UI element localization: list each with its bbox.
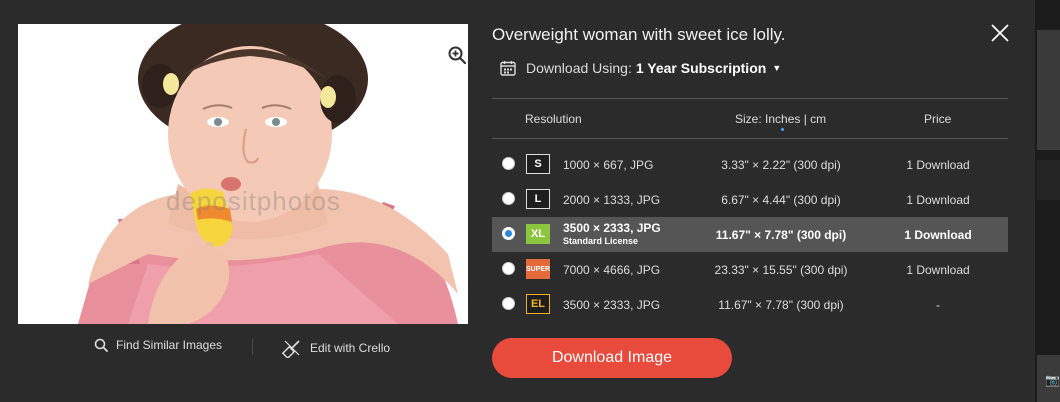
resolution-value: 2000 × 1333, JPG xyxy=(563,193,661,207)
resolution-row-xl[interactable]: XL 3500 × 2333, JPG Standard License 11.… xyxy=(492,217,1008,252)
header-price: Price xyxy=(924,112,952,126)
resolution-value: 3500 × 2333, JPG xyxy=(563,298,661,312)
resolution-row-el[interactable]: EL 3500 × 2333, JPG 11.67" × 7.78" (300 … xyxy=(492,287,1008,322)
size-value: 11.67" × 7.78" (300 dpi) xyxy=(715,228,847,242)
resolution-row-super[interactable]: SUPER 7000 × 4666, JPG 23.33" × 15.55" (… xyxy=(492,252,1008,287)
size-badge-xl: XL xyxy=(526,224,550,244)
image-preview: depositphotos xyxy=(18,24,468,324)
calendar-icon xyxy=(500,61,516,76)
resolution-value: 7000 × 4666, JPG xyxy=(563,263,661,277)
find-similar-link[interactable]: Find Similar Images xyxy=(94,338,222,352)
download-using-selector[interactable]: Download Using: 1 Year Subscription ▼ xyxy=(500,60,781,76)
background-thumbnail xyxy=(1037,160,1060,200)
edit-with-crello-label: Edit with Crello xyxy=(310,341,391,355)
find-similar-label: Find Similar Images xyxy=(116,338,223,352)
download-image-button[interactable]: Download Image xyxy=(492,338,732,378)
radio-el[interactable] xyxy=(502,297,515,310)
watermark: depositphotos xyxy=(166,186,341,216)
license-label: Standard License xyxy=(563,236,639,246)
size-value: 23.33" × 15.55" (300 dpi) xyxy=(714,263,848,277)
background-page-strip xyxy=(1035,0,1060,402)
radio-xl[interactable] xyxy=(502,227,515,240)
radio-super[interactable] xyxy=(502,262,515,275)
size-badge-l: L xyxy=(526,189,550,209)
price-value: 1 Download xyxy=(906,263,970,277)
zoom-in-icon xyxy=(448,46,467,65)
image-title: Overweight woman with sweet ice lolly. xyxy=(492,25,786,44)
size-value: 11.67" × 7.78" (300 dpi) xyxy=(718,298,844,312)
crello-edit-icon xyxy=(282,340,300,358)
price-value: 1 Download xyxy=(906,158,970,172)
radio-l[interactable] xyxy=(502,192,515,205)
download-using-label: Download Using: xyxy=(526,60,632,76)
image-actions: Find Similar Images Edit with Crello xyxy=(18,338,468,358)
radio-s[interactable] xyxy=(502,157,515,170)
resolution-value: 3500 × 2333, JPG xyxy=(563,221,661,235)
zoom-button[interactable] xyxy=(439,37,468,73)
header-size[interactable]: Size: Inches | cm xyxy=(735,112,826,126)
divider xyxy=(252,339,253,355)
size-value: 6.67" × 4.44" (300 dpi) xyxy=(721,193,841,207)
photo-illustration xyxy=(18,24,468,324)
size-badge-s: S xyxy=(526,154,550,174)
resolution-value: 1000 × 667, JPG xyxy=(563,158,654,172)
resolution-row-s[interactable]: S 1000 × 667, JPG 3.33" × 2.22" (300 dpi… xyxy=(492,147,1008,182)
resolution-row-l[interactable]: L 2000 × 1333, JPG 6.67" × 4.44" (300 dp… xyxy=(492,182,1008,217)
edit-with-crello-link[interactable]: Edit with Crello xyxy=(282,338,390,358)
unit-indicator-dot xyxy=(781,128,784,131)
price-value: - xyxy=(936,298,940,312)
background-thumbnail xyxy=(1037,30,1060,150)
search-icon xyxy=(94,338,108,352)
chevron-down-icon: ▼ xyxy=(772,63,782,73)
size-badge-super: SUPER xyxy=(526,259,550,279)
price-value: 1 Download xyxy=(906,193,970,207)
table-header: Resolution Size: Inches | cm Price xyxy=(492,98,1008,139)
download-using-value: 1 Year Subscription xyxy=(635,60,767,76)
size-badge-el: EL xyxy=(526,294,550,314)
close-icon[interactable] xyxy=(987,20,1013,46)
price-value: 1 Download xyxy=(904,228,972,242)
table-rows: S 1000 × 667, JPG 3.33" × 2.22" (300 dpi… xyxy=(492,139,1008,322)
camera-icon: 📷 xyxy=(1045,373,1060,387)
header-resolution: Resolution xyxy=(525,112,582,126)
resolution-table: Resolution Size: Inches | cm Price S 100… xyxy=(492,98,1008,322)
size-value: 3.33" × 2.22" (300 dpi) xyxy=(721,158,841,172)
